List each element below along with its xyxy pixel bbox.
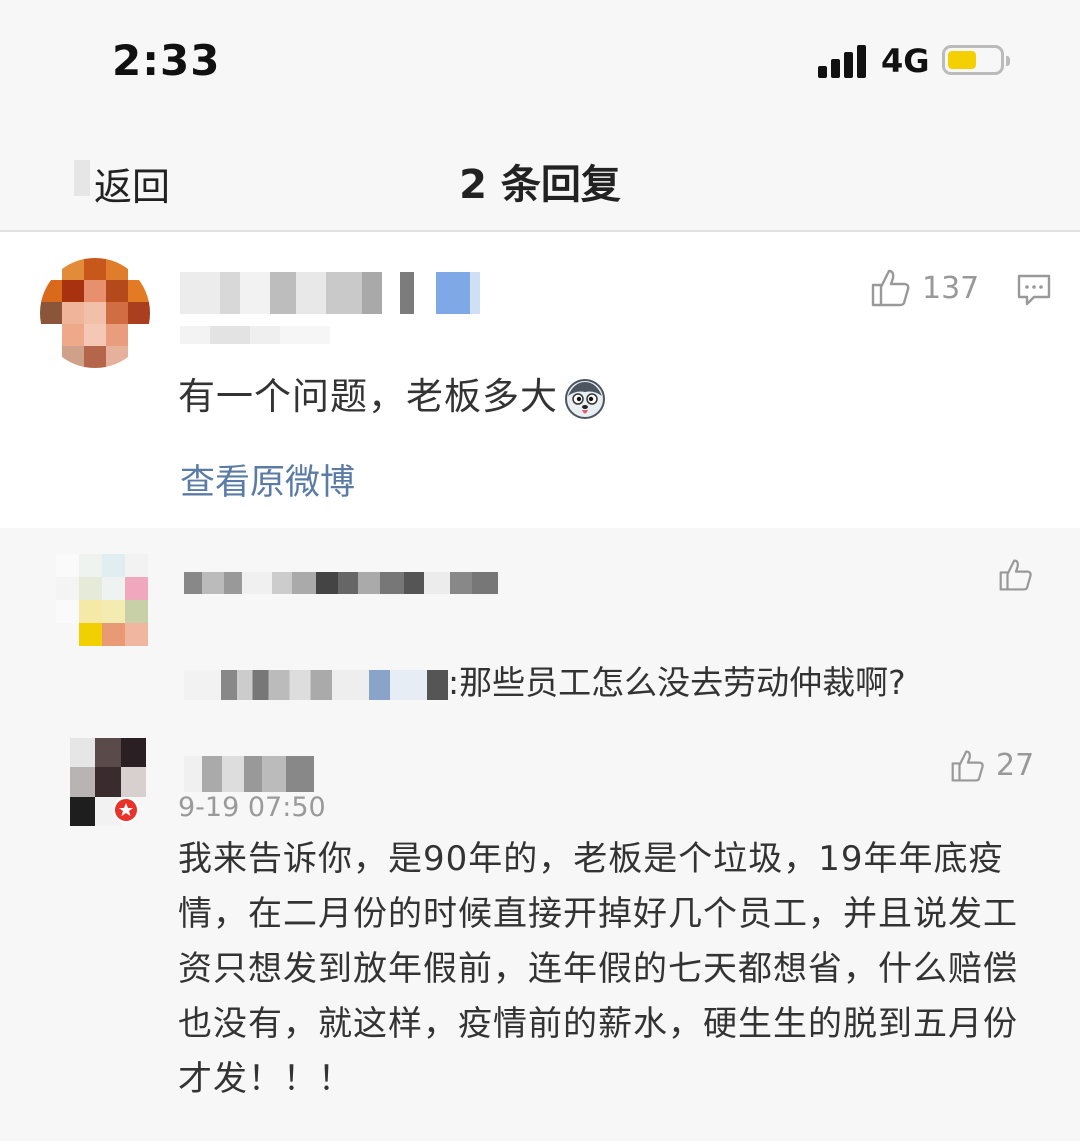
comment-icon[interactable]: [1016, 272, 1052, 308]
thumbs-up-icon: [950, 749, 986, 783]
reply-list: :那些员工怎么没去劳动仲裁啊? 27 9-19 07:50 我来告诉你，是90年…: [0, 528, 1080, 1141]
like-count: 27: [996, 748, 1035, 783]
reply-body: :那些员工怎么没去劳动仲裁啊?: [448, 663, 906, 702]
comment-body: 有一个问题，老板多大: [178, 375, 558, 418]
mentioned-username[interactable]: [184, 669, 448, 700]
reply-text: :那些员工怎么没去劳动仲裁啊?: [184, 656, 906, 704]
like-button[interactable]: 27: [950, 748, 1034, 783]
like-button[interactable]: [998, 558, 1034, 592]
avatar[interactable]: [40, 258, 150, 368]
username[interactable]: [180, 272, 480, 314]
main-comment: 137 有一个问题，老板多大 查看原微博: [0, 232, 1080, 528]
username[interactable]: [184, 572, 518, 594]
status-time: 2:33: [112, 36, 221, 85]
battery-icon: [942, 45, 1010, 75]
page-title: 2 条回复: [459, 162, 621, 208]
comment-text: 有一个问题，老板多大: [178, 366, 606, 420]
network-type: 4G: [881, 42, 930, 80]
timestamp: 9-19 07:50: [178, 792, 326, 823]
like-count: 137: [922, 270, 980, 306]
reply-text: 我来告诉你，是90年的，老板是个垃圾，19年年底疫情，在二月份的时候直接开掉好几…: [178, 839, 1018, 1099]
signal-strength-icon: [818, 44, 868, 78]
like-button[interactable]: 137: [870, 268, 979, 308]
nav-bar: 返回 2 条回复: [0, 120, 1080, 232]
comment-meta-blurred: [180, 326, 330, 344]
avatar[interactable]: [56, 554, 148, 646]
status-bar: 2:33 4G: [0, 0, 1080, 120]
thumbs-up-icon: [998, 558, 1034, 592]
husky-emoji-icon: [564, 378, 606, 420]
thumbs-up-icon: [870, 268, 912, 308]
username[interactable]: [184, 756, 314, 792]
red-star-badge-icon: [112, 796, 140, 824]
view-original-link[interactable]: 查看原微博: [180, 454, 355, 505]
